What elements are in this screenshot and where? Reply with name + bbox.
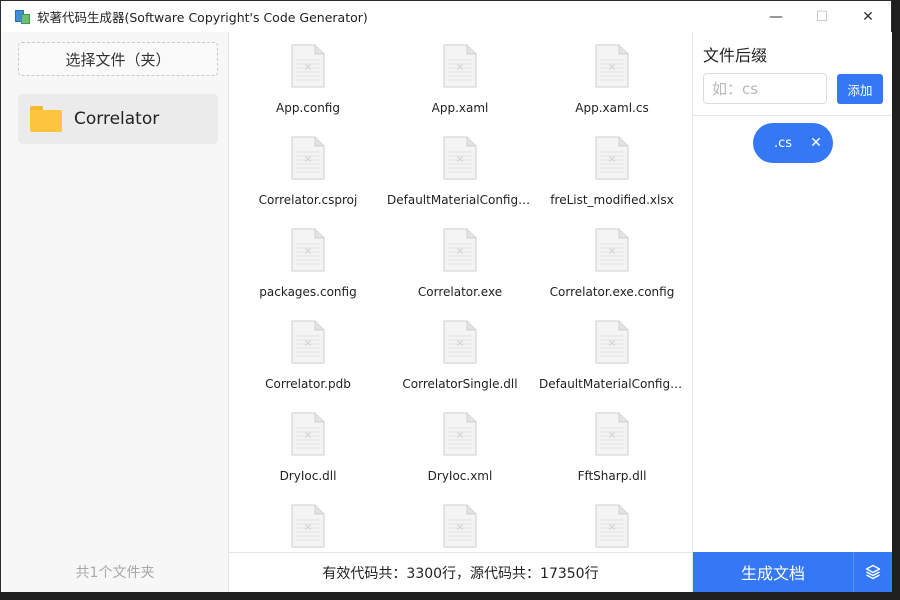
document-icon bbox=[291, 504, 325, 548]
document-icon bbox=[595, 504, 629, 548]
document-icon bbox=[595, 412, 629, 456]
select-file-button[interactable]: 选择文件（夹） bbox=[18, 42, 218, 76]
document-icon bbox=[291, 44, 325, 88]
file-name: DryIoc.dll bbox=[279, 469, 337, 483]
file-item[interactable] bbox=[536, 504, 688, 552]
window-controls: — ☐ ✕ bbox=[753, 1, 891, 32]
file-name: CorrelatorSingle.dll bbox=[402, 377, 518, 391]
file-name: DefaultMaterialConfig.... bbox=[539, 377, 685, 391]
file-item[interactable]: DryIoc.dll bbox=[232, 412, 384, 504]
file-grid: App.config App.xaml App.xaml.cs Correlator.… bbox=[229, 32, 692, 552]
layers-icon[interactable] bbox=[854, 552, 892, 592]
file-item[interactable]: Correlator.exe bbox=[384, 228, 536, 320]
document-icon bbox=[595, 320, 629, 364]
app-window: 软著代码生成器(Software Copyright's Code Genera… bbox=[0, 0, 892, 592]
file-name: App.xaml.cs bbox=[575, 101, 649, 115]
file-name: Correlator.exe bbox=[417, 285, 503, 299]
add-suffix-button[interactable]: 添加 bbox=[837, 74, 883, 104]
suffix-tag-label: .cs bbox=[774, 135, 793, 151]
document-icon bbox=[443, 44, 477, 88]
file-item[interactable]: App.config bbox=[232, 44, 384, 136]
file-name: App.xaml bbox=[431, 101, 489, 115]
file-item[interactable]: App.xaml.cs bbox=[536, 44, 688, 136]
status-bar: 有效代码共：3300行，源代码共：17350行 bbox=[229, 552, 692, 592]
document-icon bbox=[595, 44, 629, 88]
file-item[interactable]: Correlator.pdb bbox=[232, 320, 384, 412]
document-icon bbox=[291, 412, 325, 456]
file-name: packages.config bbox=[259, 285, 357, 299]
generate-document-button[interactable]: 生成文档 bbox=[693, 560, 853, 584]
folder-icon bbox=[30, 106, 62, 132]
file-item[interactable] bbox=[232, 504, 384, 552]
close-icon[interactable]: ✕ bbox=[810, 135, 822, 151]
file-item[interactable] bbox=[384, 504, 536, 552]
file-name: Correlator.exe.config bbox=[549, 285, 675, 299]
document-icon bbox=[291, 320, 325, 364]
folder-item[interactable]: Correlator bbox=[18, 94, 218, 144]
document-icon bbox=[443, 136, 477, 180]
file-item[interactable]: Correlator.csproj bbox=[232, 136, 384, 228]
document-icon bbox=[443, 412, 477, 456]
file-list[interactable]: App.config App.xaml App.xaml.cs Correlator.… bbox=[229, 32, 692, 552]
document-icon bbox=[443, 320, 477, 364]
file-name: DefaultMaterialConfig.... bbox=[387, 193, 533, 207]
document-icon bbox=[595, 136, 629, 180]
app-icon bbox=[15, 9, 31, 25]
file-name: FftSharp.dll bbox=[577, 469, 647, 483]
file-item[interactable]: DryIoc.xml bbox=[384, 412, 536, 504]
folder-count: 共1个文件夹 bbox=[75, 565, 155, 581]
file-item[interactable]: FftSharp.dll bbox=[536, 412, 688, 504]
file-name: App.config bbox=[276, 101, 340, 115]
file-name: freList_modified.xlsx bbox=[550, 193, 674, 207]
file-name: DryIoc.xml bbox=[427, 469, 493, 483]
document-icon bbox=[443, 504, 477, 548]
maximize-button[interactable]: ☐ bbox=[799, 1, 845, 32]
suffix-tag: .cs ✕ bbox=[753, 123, 833, 163]
file-item[interactable]: Correlator.exe.config bbox=[536, 228, 688, 320]
minimize-button[interactable]: — bbox=[753, 1, 799, 32]
folder-label: Correlator bbox=[74, 109, 160, 129]
suffix-panel: 文件后缀 添加 .cs ✕ 生成文档 bbox=[692, 32, 892, 592]
file-name: Correlator.pdb bbox=[265, 377, 351, 391]
file-item[interactable]: DefaultMaterialConfig.... bbox=[384, 136, 536, 228]
file-item[interactable]: DefaultMaterialConfig.... bbox=[536, 320, 688, 412]
title-bar[interactable]: 软著代码生成器(Software Copyright's Code Genera… bbox=[1, 1, 891, 33]
document-icon bbox=[595, 228, 629, 272]
generate-bar: 生成文档 bbox=[693, 552, 892, 592]
file-item[interactable]: freList_modified.xlsx bbox=[536, 136, 688, 228]
file-item[interactable]: packages.config bbox=[232, 228, 384, 320]
file-item[interactable]: CorrelatorSingle.dll bbox=[384, 320, 536, 412]
suffix-title: 文件后缀 bbox=[703, 46, 768, 65]
window-title: 软著代码生成器(Software Copyright's Code Genera… bbox=[37, 10, 368, 25]
divider bbox=[693, 115, 892, 116]
suffix-input[interactable] bbox=[703, 73, 827, 104]
document-icon bbox=[291, 228, 325, 272]
file-item[interactable]: App.xaml bbox=[384, 44, 536, 136]
file-name: Correlator.csproj bbox=[258, 193, 358, 207]
close-button[interactable]: ✕ bbox=[845, 1, 891, 32]
document-icon bbox=[443, 228, 477, 272]
document-icon bbox=[291, 136, 325, 180]
folder-panel: 选择文件（夹） Correlator 共1个文件夹 bbox=[1, 32, 229, 592]
